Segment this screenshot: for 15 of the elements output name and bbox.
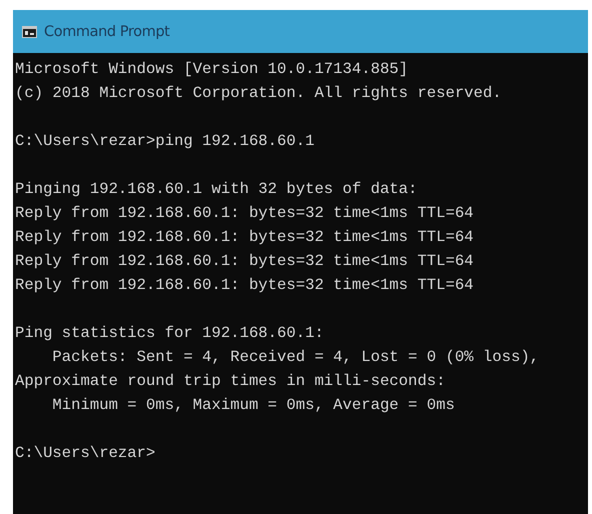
console-line: Approximate round trip times in milli-seconds: bbox=[15, 371, 446, 392]
console-line: Reply from 192.168.60.1: bytes=32 time<1ms TTL=64 bbox=[15, 275, 474, 296]
console-line: Packets: Sent = 4, Received = 4, Lost = 0 (0% loss), bbox=[51, 347, 540, 368]
console-line: Reply from 192.168.60.1: bytes=32 time<1ms TTL=64 bbox=[15, 251, 474, 272]
console-line: Reply from 192.168.60.1: bytes=32 time<1ms TTL=64 bbox=[15, 203, 474, 224]
console-line: C:\Users\rezar>ping 192.168.60.1 bbox=[15, 131, 314, 152]
console-line: C:\Users\rezar> bbox=[15, 443, 156, 464]
console-app-icon bbox=[22, 26, 37, 38]
console-line: Ping statistics for 192.168.60.1: bbox=[15, 323, 324, 344]
console-line: Minimum = 0ms, Maximum = 0ms, Average = 0ms bbox=[51, 395, 455, 416]
console-line: Microsoft Windows [Version 10.0.17134.885] bbox=[15, 59, 408, 80]
console-line: Reply from 192.168.60.1: bytes=32 time<1ms TTL=64 bbox=[15, 227, 474, 248]
console-line: (c) 2018 Microsoft Corporation. All rights reserved. bbox=[15, 83, 502, 104]
window-title: Command Prompt bbox=[44, 24, 170, 40]
console-line: Pinging 192.168.60.1 with 32 bytes of data: bbox=[15, 179, 418, 200]
